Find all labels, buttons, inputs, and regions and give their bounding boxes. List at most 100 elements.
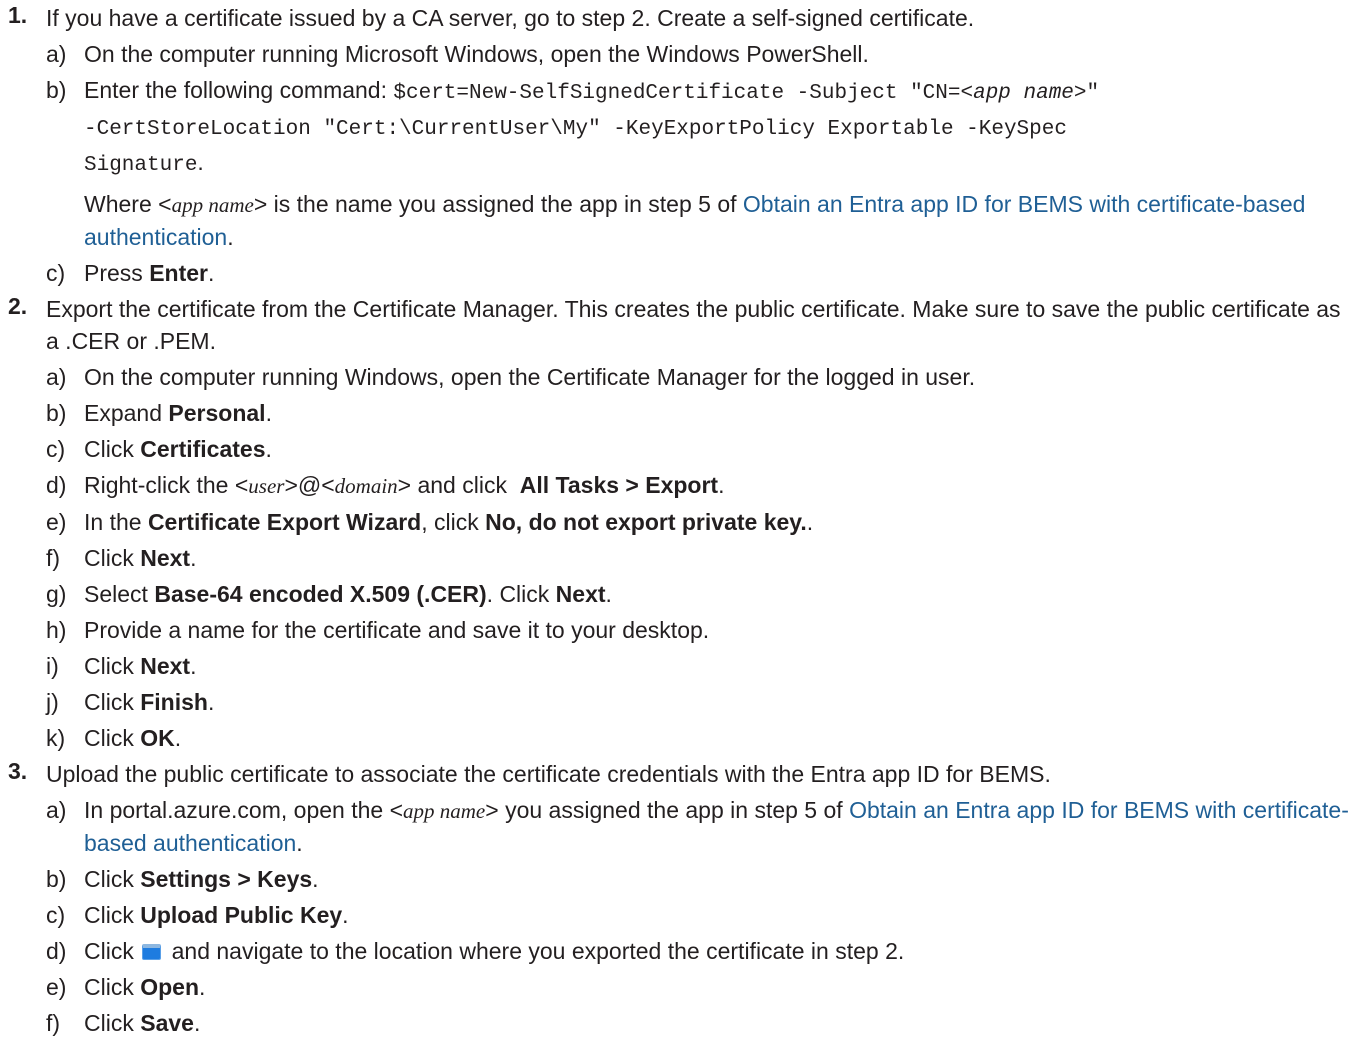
substep-note: Where <app name> is the name you assigne… [84, 188, 1358, 253]
substep-text: . [342, 902, 349, 928]
substep-text: . [207, 260, 215, 286]
substep-letter: e) [46, 509, 67, 535]
step-text: If you have a certificate issued by a CA… [46, 5, 975, 31]
substep-text: Click [84, 938, 141, 964]
substep-letter: d) [46, 472, 67, 498]
substep: f) Click Next. [46, 542, 1358, 574]
substep-text: Click [84, 689, 141, 715]
step-2: 2. Export the certificate from the Certi… [8, 293, 1358, 754]
substep-text: >@< [284, 472, 335, 498]
substep-letter: g) [46, 581, 67, 607]
substep-text: . [718, 472, 725, 498]
command-part: Signature [84, 154, 198, 177]
ui-label: No, do not export private key. [485, 509, 807, 535]
step-number: 2. [8, 293, 28, 319]
ui-label: Open [140, 974, 200, 1000]
substep-text: Press [84, 260, 150, 286]
substep-text: . [605, 581, 612, 607]
substep: a) On the computer running Windows, open… [46, 361, 1358, 393]
substep: a) On the computer running Microsoft Win… [46, 38, 1358, 70]
substep-text: Click [84, 545, 141, 571]
step-1: 1. If you have a certificate issued by a… [8, 2, 1358, 289]
substep-letter: a) [46, 41, 67, 67]
step-text: Export the certificate from the Certific… [46, 296, 1341, 354]
placeholder-variable: user [248, 474, 285, 498]
substep-list: a) On the computer running Windows, open… [46, 361, 1358, 754]
substep-text: . [265, 436, 272, 462]
procedure: 1. If you have a certificate issued by a… [0, 0, 1366, 1039]
substep: c) Click Upload Public Key. [46, 899, 1358, 931]
substep: a) In portal.azure.com, open the <app na… [46, 794, 1358, 859]
ui-label: Next [140, 545, 191, 571]
substep-letter: d) [46, 938, 67, 964]
ui-label: All Tasks > Export [519, 472, 719, 498]
note-text: > is the name you assigned the app in st… [253, 191, 743, 217]
substep-letter: c) [46, 902, 66, 928]
substep-text: Expand [84, 400, 169, 426]
ui-label: Upload Public Key [140, 902, 343, 928]
substep-letter: a) [46, 797, 67, 823]
substep-text: . [312, 866, 319, 892]
substep: d) Right-click the <user>@<domain> and c… [46, 469, 1358, 502]
substep-text: Click [84, 1010, 141, 1036]
substep-text: . [190, 545, 197, 571]
substep-text: , click [421, 509, 486, 535]
substep-text: Click [84, 725, 141, 751]
ui-label: Certificates [140, 436, 266, 462]
substep: d) Click and navigate to the location wh… [46, 935, 1358, 967]
substep-text: . [207, 689, 215, 715]
ui-label: Enter [149, 260, 208, 286]
substep: i) Click Next. [46, 650, 1358, 682]
ui-label: Save [140, 1010, 194, 1036]
substep-text: Right-click the < [84, 472, 249, 498]
substep-text: Enter the following command: [84, 77, 394, 103]
substep-text: Click [84, 436, 141, 462]
substep-text: Select [84, 581, 155, 607]
substep: f) Click Save. [46, 1007, 1358, 1039]
command-part: >" [1073, 82, 1100, 105]
ui-label: Settings > Keys [140, 866, 313, 892]
note-text: Where < [84, 191, 172, 217]
command-part: $cert=New-SelfSignedCertificate -Subject… [393, 82, 974, 105]
substep: c) Press Enter. [46, 257, 1358, 289]
substep-text: Provide a name for the certificate and s… [84, 617, 710, 643]
substep: b) Click Settings > Keys. [46, 863, 1358, 895]
substep-letter: i) [46, 653, 59, 679]
substep: c) Click Certificates. [46, 433, 1358, 465]
note-text: . [227, 224, 234, 250]
substep-text: Click [84, 866, 141, 892]
step-3: 3. Upload the public certificate to asso… [8, 758, 1358, 1039]
substep-text: Click [84, 974, 141, 1000]
substep-text: . [190, 653, 197, 679]
step-text: Upload the public certificate to associa… [46, 761, 1051, 787]
placeholder-variable: app name [403, 799, 486, 823]
step-number: 1. [8, 2, 28, 28]
substep-letter: b) [46, 866, 67, 892]
substep-text: Click [84, 653, 141, 679]
substep-letter: b) [46, 400, 67, 426]
folder-icon [142, 944, 162, 960]
substep-letter: j) [46, 689, 59, 715]
substep-text: Click [84, 902, 141, 928]
substep-command: Enter the following command: $cert=New-S… [84, 74, 1358, 182]
ui-label: Certificate Export Wizard [147, 509, 422, 535]
substep: b) Expand Personal. [46, 397, 1358, 429]
placeholder-variable: domain [334, 474, 398, 498]
substep-letter: c) [46, 260, 66, 286]
ui-label: OK [140, 725, 175, 751]
command-end: . [197, 149, 204, 175]
substep-text: . [806, 509, 814, 535]
substep: h) Provide a name for the certificate an… [46, 614, 1358, 646]
ui-label: Next [140, 653, 191, 679]
substep-letter: c) [46, 436, 66, 462]
substep-text: . [265, 400, 272, 426]
substep-list: a) On the computer running Microsoft Win… [46, 38, 1358, 289]
substep-list: a) In portal.azure.com, open the <app na… [46, 794, 1358, 1039]
substep: b) Enter the following command: $cert=Ne… [46, 74, 1358, 253]
substep-text: . [174, 725, 182, 751]
substep-letter: k) [46, 725, 66, 751]
substep: j) Click Finish. [46, 686, 1358, 718]
substep-letter: h) [46, 617, 67, 643]
substep: e) Click Open. [46, 971, 1358, 1003]
substep-text: In portal.azure.com, open the < [84, 797, 404, 823]
